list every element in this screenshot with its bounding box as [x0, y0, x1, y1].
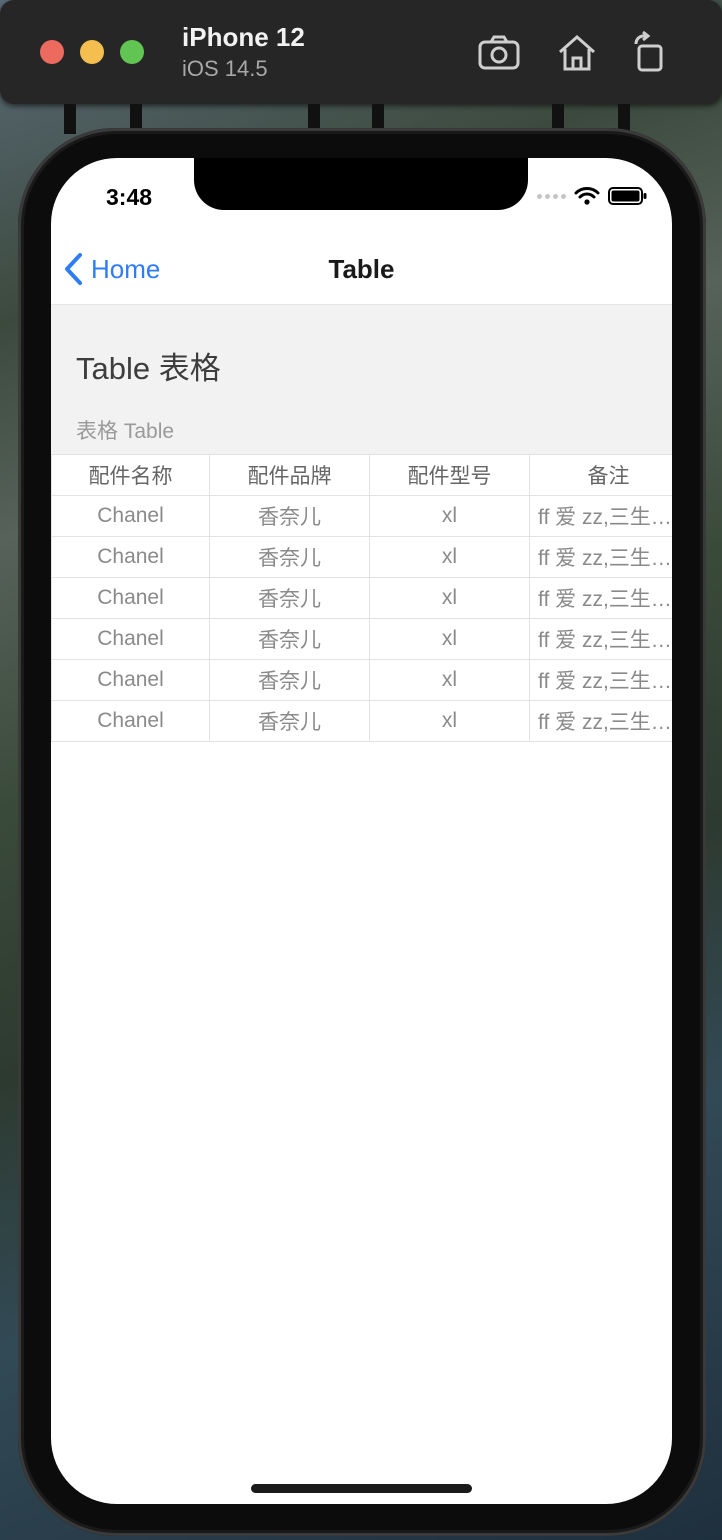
table-row: Chanel 香奈儿 xl ff 爱 zz,三生三世	[51, 700, 672, 742]
close-window-button[interactable]	[40, 40, 64, 64]
table-cell: ff 爱 zz,三生三世	[529, 495, 672, 537]
data-table: 配件名称 配件品牌 配件型号 备注 Chanel 香奈儿 xl ff 爱 zz,…	[51, 454, 672, 742]
table-cell: 香奈儿	[209, 618, 370, 660]
page-header: Table 表格 表格 Table	[51, 305, 672, 455]
minimize-window-button[interactable]	[80, 40, 104, 64]
table-row: Chanel 香奈儿 xl ff 爱 zz,三生三世	[51, 536, 672, 578]
screenshot-icon[interactable]	[476, 30, 522, 76]
nav-title: Table	[328, 254, 395, 284]
table-cell: 香奈儿	[209, 536, 370, 578]
device-name: iPhone 12	[182, 22, 305, 52]
notch	[194, 158, 528, 210]
table-cell: ff 爱 zz,三生三世	[529, 536, 672, 578]
device-screen: 3:48 Home Table Table 表格 表格 Table 配件名称 配…	[51, 158, 672, 1504]
table-cell: xl	[369, 495, 530, 537]
zoom-window-button[interactable]	[120, 40, 144, 64]
table-cell: 香奈儿	[209, 495, 370, 537]
status-time: 3:48	[106, 184, 153, 210]
table-cell: xl	[369, 700, 530, 742]
battery-icon	[608, 187, 647, 205]
table-cell: ff 爱 zz,三生三世	[529, 700, 672, 742]
home-icon[interactable]	[554, 30, 600, 76]
table-cell: xl	[369, 659, 530, 701]
table-cell: 香奈儿	[209, 659, 370, 701]
table-cell: Chanel	[51, 577, 210, 619]
column-header-model: 配件型号	[369, 454, 530, 496]
column-header-note: 备注	[529, 454, 672, 496]
table-row: Chanel 香奈儿 xl ff 爱 zz,三生三世	[51, 618, 672, 660]
os-version: iOS 14.5	[182, 56, 268, 81]
status-icons	[537, 186, 648, 206]
table-cell: Chanel	[51, 659, 210, 701]
table-cell: xl	[369, 536, 530, 578]
page-subheading: 表格 Table	[76, 420, 175, 443]
table-cell: ff 爱 zz,三生三世	[529, 618, 672, 660]
simulator-title-bar: iPhone 12 iOS 14.5	[0, 0, 722, 104]
column-header-part-name: 配件名称	[51, 454, 210, 496]
table-cell: ff 爱 zz,三生三世	[529, 577, 672, 619]
table-cell: Chanel	[51, 700, 210, 742]
table-row: Chanel 香奈儿 xl ff 爱 zz,三生三世	[51, 577, 672, 619]
wifi-icon	[574, 187, 600, 205]
rotate-icon[interactable]	[626, 30, 672, 76]
table-cell: 香奈儿	[209, 700, 370, 742]
table-header-row: 配件名称 配件品牌 配件型号 备注	[51, 454, 672, 496]
navigation-bar: Home Table	[51, 232, 672, 305]
table-cell: 香奈儿	[209, 577, 370, 619]
page-heading: Table 表格	[76, 351, 221, 386]
column-header-brand: 配件品牌	[209, 454, 370, 496]
table-cell: Chanel	[51, 536, 210, 578]
hinge	[64, 104, 76, 134]
signal-icon	[537, 193, 566, 199]
table-cell: Chanel	[51, 618, 210, 660]
home-indicator[interactable]	[251, 1484, 472, 1493]
table-row: Chanel 香奈儿 xl ff 爱 zz,三生三世	[51, 495, 672, 537]
table-cell: ff 爱 zz,三生三世	[529, 659, 672, 701]
table-cell: xl	[369, 618, 530, 660]
table-cell: xl	[369, 577, 530, 619]
table-row: Chanel 香奈儿 xl ff 爱 zz,三生三世	[51, 659, 672, 701]
table-cell: Chanel	[51, 495, 210, 537]
